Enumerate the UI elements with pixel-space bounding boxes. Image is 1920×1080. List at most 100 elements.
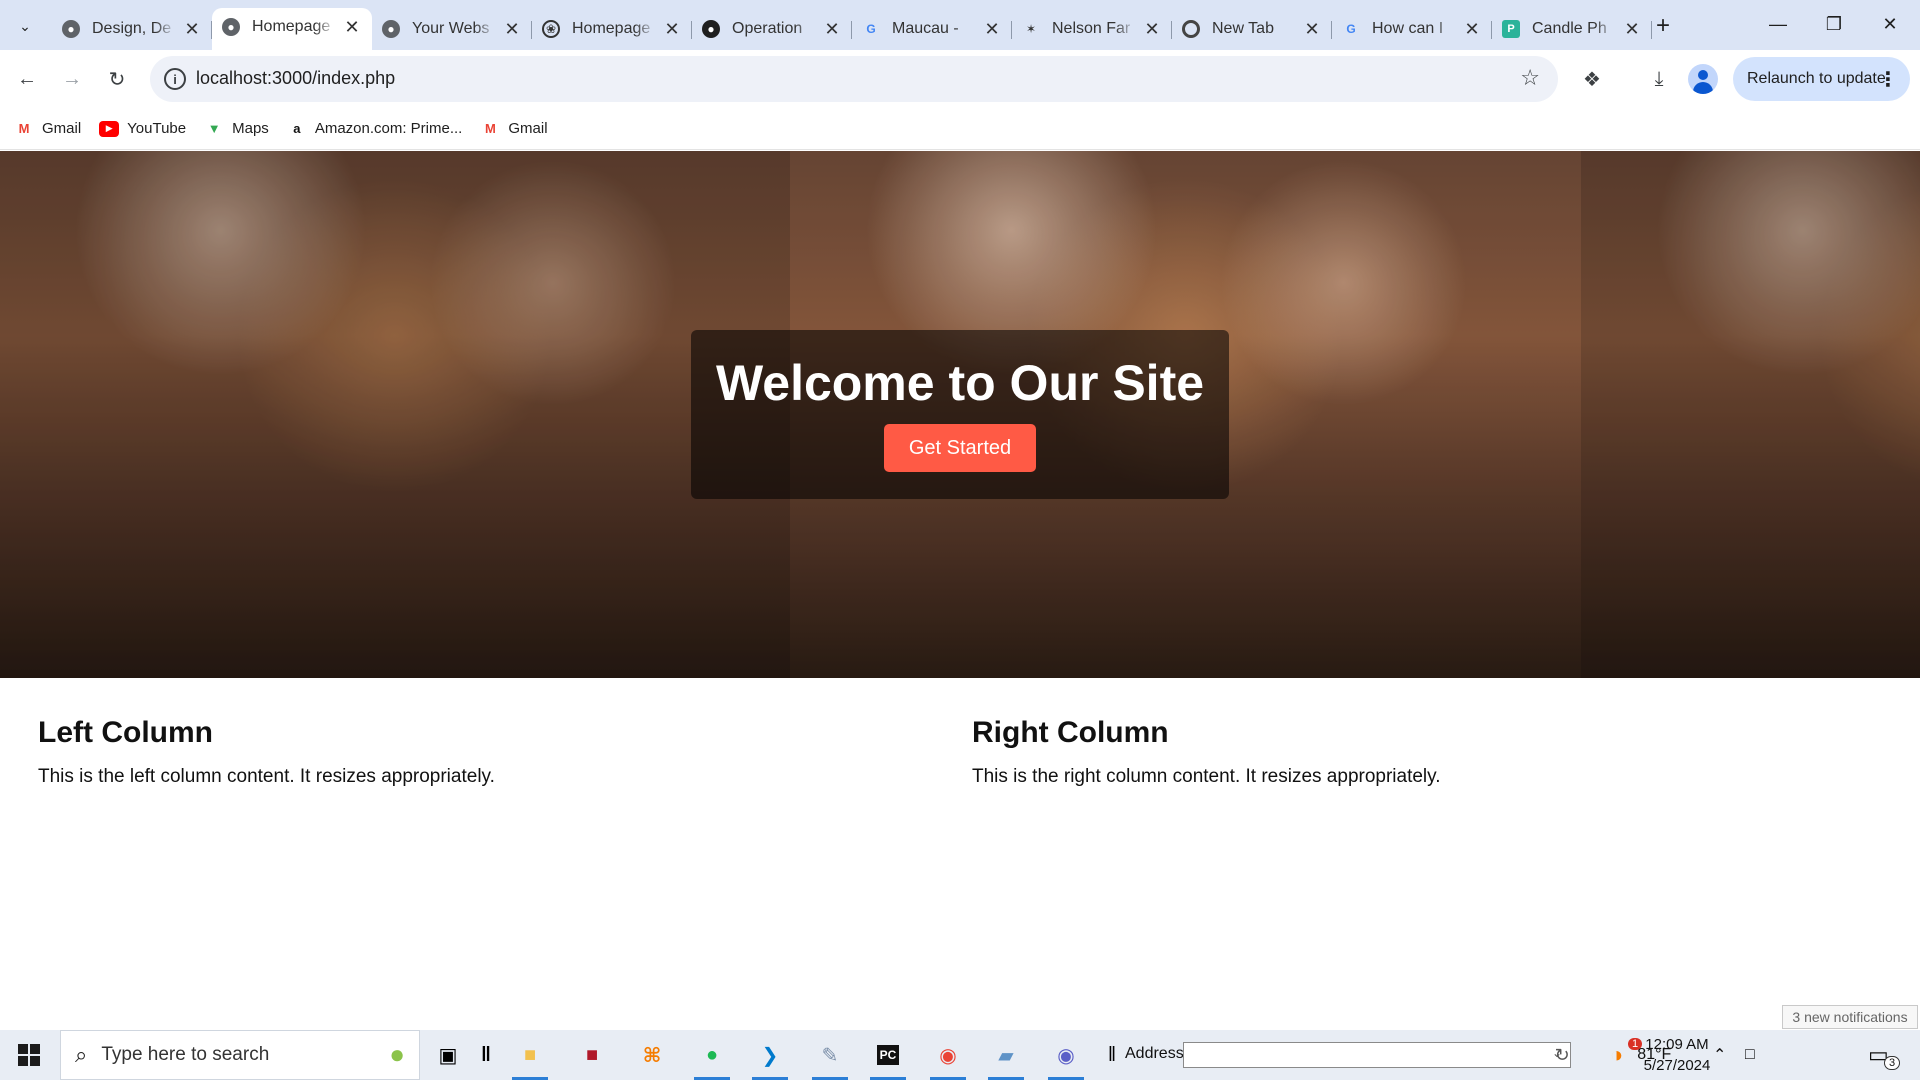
bookmarks-bar: M Gmail ▶ YouTube ▼ Maps a Amazon.com: P… bbox=[0, 108, 1920, 150]
taskbar-divider: ‖ bbox=[476, 1035, 496, 1075]
close-icon[interactable]: ✕ bbox=[1302, 19, 1322, 39]
globe-icon: ● bbox=[382, 20, 400, 38]
bookmark-amazon[interactable]: a Amazon.com: Prime... bbox=[287, 120, 462, 137]
bookmark-maps[interactable]: ▼ Maps bbox=[204, 120, 269, 137]
close-window-button[interactable]: ✕ bbox=[1862, 0, 1918, 48]
pycharm-icon: PC bbox=[876, 1045, 900, 1065]
app-red-button[interactable]: ■ bbox=[570, 1035, 614, 1075]
right-column-text: This is the right column content. It res… bbox=[972, 766, 1441, 787]
paint-icon: ✎ bbox=[821, 1044, 839, 1067]
youtube-icon: ▶ bbox=[99, 120, 120, 137]
bike-icon: ✶ bbox=[1025, 22, 1037, 36]
globe-icon: ● bbox=[62, 20, 80, 38]
xampp-button[interactable]: ⌘ bbox=[630, 1035, 674, 1075]
tab-1[interactable]: ● Homepage ✕ bbox=[212, 8, 372, 50]
task-view-button[interactable]: ▣ bbox=[426, 1035, 470, 1075]
gmail-icon: M bbox=[18, 121, 30, 136]
chrome-profile-button[interactable]: ◉ bbox=[1044, 1035, 1088, 1080]
minimize-icon: — bbox=[1769, 13, 1787, 34]
left-column-heading: Left Column bbox=[38, 716, 213, 749]
tab-strip: ⌄ ● Design, De ✕ ● Homepage ✕ ● Your Web… bbox=[0, 0, 1920, 50]
chrome-taskbar-button[interactable]: ◉ bbox=[926, 1035, 970, 1080]
chrome-icon: ◉ bbox=[1057, 1044, 1075, 1067]
refresh-icon: ↻ bbox=[1554, 1044, 1570, 1065]
spotify-button[interactable]: ● bbox=[690, 1035, 734, 1080]
close-icon[interactable]: ✕ bbox=[982, 19, 1002, 39]
taskbar-search-box[interactable]: ⌕ Type here to search ● bbox=[60, 1030, 420, 1080]
close-icon[interactable]: ✕ bbox=[502, 19, 522, 39]
chrome-icon: ◉ bbox=[939, 1044, 957, 1067]
notification-chip[interactable]: 3 new notifications bbox=[1782, 1005, 1918, 1029]
puzzle-icon: ❖ bbox=[1583, 68, 1601, 91]
pycharm-button[interactable]: PC bbox=[866, 1035, 910, 1080]
divider-icon: ‖ bbox=[1107, 1043, 1117, 1066]
back-button[interactable]: ← bbox=[9, 61, 45, 97]
close-icon[interactable]: ✕ bbox=[822, 19, 842, 39]
bookmark-label: Gmail bbox=[42, 120, 82, 137]
tab-title: How can I bbox=[1372, 20, 1444, 37]
address-go-button[interactable]: ↻ bbox=[1548, 1040, 1576, 1070]
get-started-button[interactable]: Get Started bbox=[884, 424, 1036, 472]
clock-time: 12:09 AM bbox=[1645, 1036, 1709, 1053]
tab-5[interactable]: G Maucau - ✕ bbox=[852, 12, 1012, 46]
close-icon[interactable]: ✕ bbox=[1142, 19, 1162, 39]
start-button[interactable] bbox=[0, 1030, 58, 1080]
left-column: Left Column This is the left column cont… bbox=[38, 716, 495, 788]
vscode-button[interactable]: ❯ bbox=[748, 1035, 792, 1080]
notification-center-button[interactable]: ▭ 3 bbox=[1868, 1030, 1901, 1080]
hero-title: Welcome to Our Site bbox=[715, 355, 1205, 411]
windows-icon bbox=[18, 1044, 40, 1066]
address-bar[interactable]: i localhost:3000/index.php ☆ bbox=[150, 56, 1558, 102]
url-text[interactable]: localhost:3000/index.php bbox=[196, 68, 395, 89]
bookmark-star-icon[interactable]: ☆ bbox=[1520, 65, 1540, 91]
extensions-button[interactable]: ❖ bbox=[1574, 61, 1610, 97]
bookmark-gmail-2[interactable]: M Gmail bbox=[480, 120, 548, 137]
forward-button[interactable]: → bbox=[54, 61, 90, 97]
app-blue-button[interactable]: ▰ bbox=[984, 1035, 1028, 1080]
reload-button[interactable]: ↻ bbox=[99, 61, 135, 97]
info-icon[interactable]: i bbox=[164, 68, 186, 90]
file-explorer-button[interactable]: ■ bbox=[508, 1035, 552, 1080]
vscode-icon: ❯ bbox=[761, 1044, 779, 1067]
tab-8[interactable]: G How can I ✕ bbox=[1332, 12, 1492, 46]
google-icon: G bbox=[866, 22, 876, 36]
minimize-button[interactable]: — bbox=[1750, 0, 1806, 48]
tab-7[interactable]: New Tab ✕ bbox=[1172, 12, 1332, 46]
toolbar-handle: ‖ bbox=[1102, 1035, 1122, 1075]
tab-title: Your Webs bbox=[412, 20, 490, 37]
system-clock[interactable]: 12:09 AM 5/27/2024 bbox=[1632, 1034, 1722, 1076]
app-icon: ■ bbox=[585, 1043, 599, 1066]
address-toolbar-input[interactable]: ⌄ bbox=[1183, 1042, 1571, 1068]
tennis-racket-icon: ● bbox=[389, 1039, 405, 1069]
downloads-button[interactable]: ⤓ bbox=[1641, 61, 1677, 97]
tab-search-button[interactable]: ⌄ bbox=[8, 10, 42, 42]
close-icon[interactable]: ✕ bbox=[1462, 19, 1482, 39]
bookmark-gmail[interactable]: M Gmail bbox=[14, 120, 82, 137]
tab-4[interactable]: ● Operation ✕ bbox=[692, 12, 852, 46]
tab-2[interactable]: ● Your Webs ✕ bbox=[372, 12, 532, 46]
paint-button[interactable]: ✎ bbox=[808, 1035, 852, 1080]
close-icon[interactable]: ✕ bbox=[662, 19, 682, 39]
new-tab-button[interactable]: + bbox=[1648, 11, 1678, 41]
meet-now-button[interactable]: □ bbox=[1745, 1030, 1755, 1080]
profile-avatar[interactable] bbox=[1688, 64, 1718, 94]
close-icon[interactable]: ✕ bbox=[1622, 19, 1642, 39]
relaunch-button[interactable]: Relaunch to update ⋮ bbox=[1733, 57, 1910, 101]
maps-icon: ▼ bbox=[207, 121, 221, 136]
bookmark-youtube[interactable]: ▶ YouTube bbox=[99, 120, 186, 137]
amazon-icon: a bbox=[293, 121, 301, 136]
search-icon: ⌕ bbox=[75, 1042, 88, 1067]
tab-3[interactable]: ❀ Homepage ✕ bbox=[532, 12, 692, 46]
tab-0[interactable]: ● Design, De ✕ bbox=[52, 12, 212, 46]
close-icon[interactable]: ✕ bbox=[342, 17, 362, 37]
globe-icon: ● bbox=[222, 18, 240, 36]
tab-title: Design, De bbox=[92, 20, 172, 37]
restore-button[interactable]: ❐ bbox=[1806, 0, 1862, 48]
github-icon: ● bbox=[702, 20, 720, 38]
close-icon[interactable]: ✕ bbox=[182, 19, 202, 39]
tab-title: Candle Ph bbox=[1532, 20, 1607, 37]
tab-9[interactable]: P Candle Ph ✕ bbox=[1492, 12, 1652, 46]
tab-6[interactable]: ✶ Nelson Far ✕ bbox=[1012, 12, 1172, 46]
bookmark-label: Gmail bbox=[508, 120, 548, 137]
download-icon: ⤓ bbox=[1654, 67, 1664, 90]
